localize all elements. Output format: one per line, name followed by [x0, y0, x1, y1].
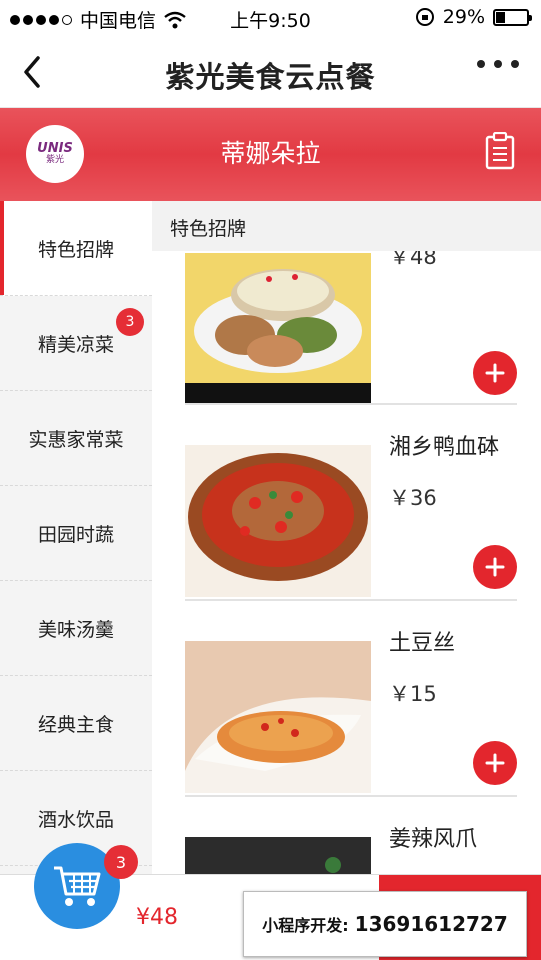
dish-price: ￥15 — [389, 682, 437, 706]
shop-header: UNIS 紫光 蒂娜朵拉 — [0, 108, 541, 201]
promo-label: 小程序开发: — [262, 916, 349, 935]
dish-name: 土豆丝 — [389, 631, 456, 656]
dish-list: 特色招牌 ￥48 湘乡鸭血砵 ￥36 土豆丝 ￥15 姜辣风爪 — [152, 201, 541, 874]
bottom-bar: 3 ¥48 小程序开发: 13691612727 — [0, 843, 541, 960]
dish-name: 湘乡鸭血砵 — [389, 435, 500, 460]
status-right: 29% — [415, 6, 532, 28]
category-soups[interactable]: 美味汤羹 — [0, 581, 152, 676]
category-featured[interactable]: 特色招牌 — [0, 201, 152, 296]
category-sidebar: 特色招牌 精美凉菜 3 实惠家常菜 田园时蔬 美味汤羹 经典主食 酒水饮品 — [0, 201, 152, 874]
dish-item[interactable]: 土豆丝 ￥15 — [185, 601, 517, 797]
dish-item[interactable]: 湘乡鸭血砵 ￥36 — [185, 405, 517, 601]
more-icon[interactable] — [477, 60, 519, 68]
dish-photo — [185, 445, 371, 597]
add-to-cart-button[interactable] — [473, 741, 517, 785]
dish-photo — [185, 253, 371, 403]
shop-name: 蒂娜朵拉 — [220, 139, 321, 168]
section-title: 特色招牌 — [152, 201, 541, 251]
category-vegetables[interactable]: 田园时蔬 — [0, 486, 152, 581]
page-title: 紫光美食云点餐 — [165, 60, 376, 94]
dish-price: ￥36 — [389, 486, 437, 510]
status-bar: 中国电信 上午9:50 29% — [0, 0, 541, 36]
promo-banner: 小程序开发: 13691612727 — [243, 891, 527, 957]
category-staples[interactable]: 经典主食 — [0, 676, 152, 771]
category-home-dishes[interactable]: 实惠家常菜 — [0, 391, 152, 486]
promo-phone: 13691612727 — [354, 912, 508, 936]
category-badge: 3 — [116, 308, 144, 336]
nav-bar: 紫光美食云点餐 — [0, 36, 541, 108]
add-to-cart-button[interactable] — [473, 351, 517, 395]
dish-photo — [185, 837, 371, 874]
clipboard-icon[interactable] — [485, 132, 515, 170]
plus-icon — [485, 753, 505, 773]
shopping-cart-icon — [54, 866, 101, 906]
battery-icon — [493, 8, 532, 26]
dish-item[interactable]: 姜辣风爪 — [185, 797, 517, 874]
category-cold-dishes[interactable]: 精美凉菜 3 — [0, 296, 152, 391]
cart-count-badge: 3 — [104, 845, 138, 879]
plus-icon — [485, 557, 505, 577]
battery-percent: 29% — [442, 6, 485, 28]
dish-name: 姜辣风爪 — [389, 827, 478, 852]
plus-icon — [485, 363, 505, 383]
dish-photo — [185, 641, 371, 793]
rotation-lock-icon — [415, 8, 434, 26]
cart-total: ¥48 — [136, 905, 178, 930]
add-to-cart-button[interactable] — [473, 545, 517, 589]
